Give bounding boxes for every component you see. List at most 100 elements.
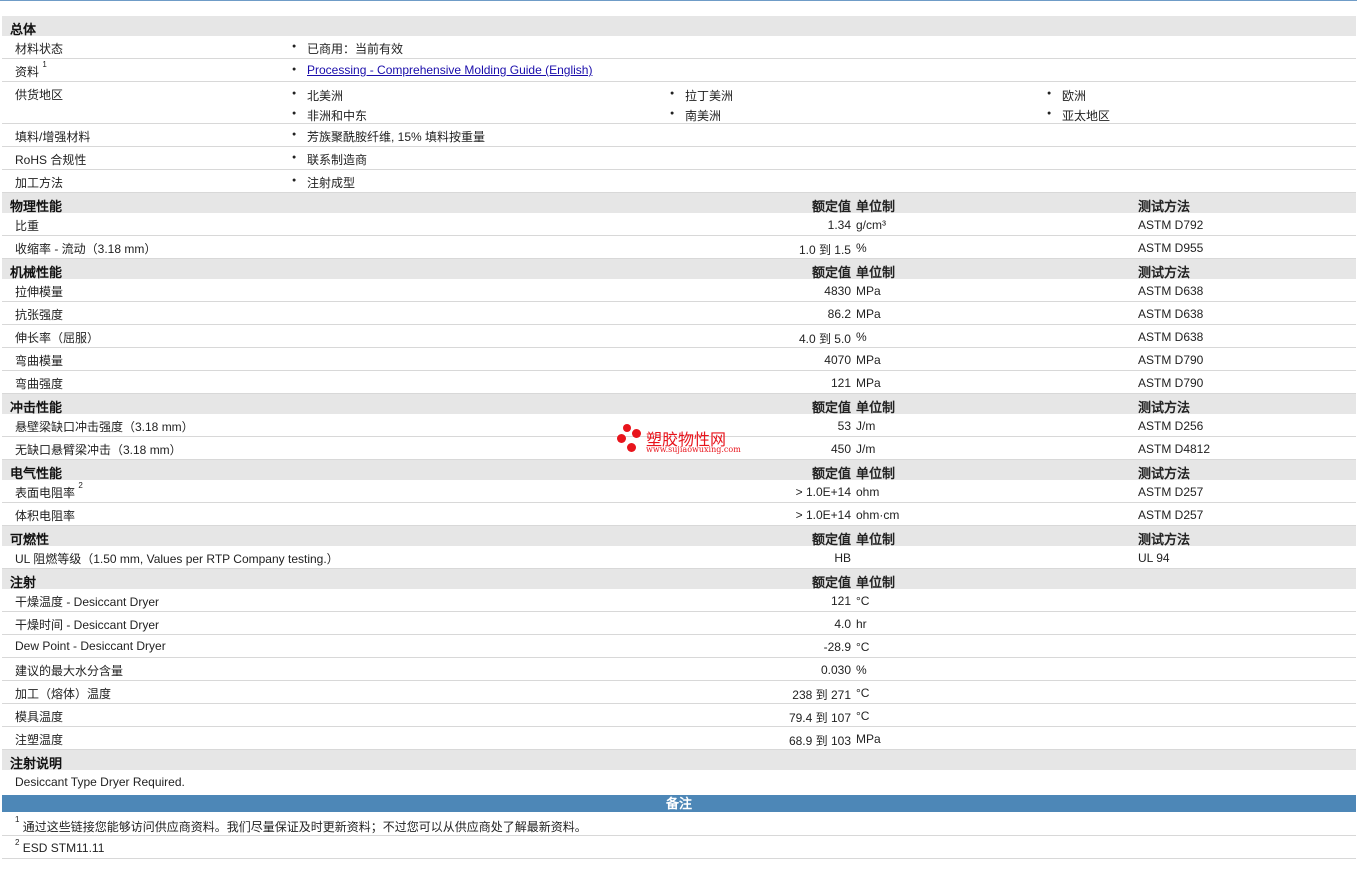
property-label: 比重 [15, 219, 40, 233]
property-unit: g/cm³ [856, 218, 886, 232]
footnote-text: 2 ESD STM11.11 [15, 838, 105, 855]
row-label: 资料 1 [15, 60, 47, 79]
property-row: UL 阻燃等级（1.50 mm, Values per RTP Company … [2, 546, 1356, 569]
property-method: ASTM D4812 [1138, 442, 1211, 456]
property-unit: °C [856, 594, 870, 608]
property-row: 比重 1.34 g/cm³ ASTM D792 [2, 213, 1356, 236]
property-label: 加工（熔体）温度 [15, 687, 112, 701]
general-row-processing: 加工方法 注射成型 [2, 170, 1356, 193]
general-row-rohs: RoHS 合规性 联系制造商 [2, 147, 1356, 170]
property-method: ASTM D790 [1138, 353, 1204, 367]
property-value: HB [834, 551, 851, 565]
property-label: 干燥时间 - Desiccant Dryer [15, 618, 160, 632]
region-item: 亚太地区 [1047, 107, 1110, 124]
property-label: 收缩率 - 流动（3.18 mm） [15, 242, 157, 256]
region-item: 非洲和中东 [292, 107, 367, 124]
property-label: 建议的最大水分含量 [15, 664, 124, 678]
property-method: ASTM D257 [1138, 485, 1204, 499]
footnote-text: 1 通过这些链接您能够访问供应商资料。我们尽量保证及时更新资料；不过您可以从供应… [15, 815, 587, 834]
region-item: 拉丁美洲 [670, 87, 733, 104]
property-method: ASTM D638 [1138, 307, 1204, 321]
property-row: 伸长率（屈服） 4.0 到 5.0% ASTM D638 [2, 325, 1356, 348]
logo-dot [617, 434, 626, 443]
property-label: 无缺口悬臂梁冲击（3.18 mm） [15, 443, 182, 457]
property-unit: MPa [856, 732, 881, 746]
filler-value: 芳族聚酰胺纤维, 15% 填料按重量 [292, 128, 485, 145]
section-header: 注射 额定值 单位制 [2, 569, 1356, 590]
property-unit: ohm [856, 485, 880, 499]
property-row: 干燥时间 - Desiccant Dryer 4.0 hr [2, 612, 1356, 635]
watermark-logo: 塑胶物性网 www.sujiaowuxing.com [615, 424, 755, 458]
section-header-injection-notes: 注射说明 [2, 750, 1356, 771]
property-row: 模具温度 79.4 到 107 °C [2, 704, 1356, 727]
property-label: 抗张强度 [15, 308, 64, 322]
property-unit: % [856, 241, 867, 255]
region-item: 欧洲 [1047, 87, 1086, 104]
property-label: 拉伸模量 [15, 285, 64, 299]
property-unit: MPa [856, 353, 881, 367]
property-unit: J/m [856, 442, 876, 456]
property-value: -28.9 [823, 640, 851, 654]
rohs-value: 联系制造商 [292, 151, 367, 168]
property-row: 弯曲强度 121 MPa ASTM D790 [2, 371, 1356, 394]
property-unit: % [856, 330, 867, 344]
property-method: UL 94 [1138, 551, 1170, 565]
property-row: 建议的最大水分含量 0.030% [2, 658, 1356, 681]
footnote-1: 1 通过这些链接您能够访问供应商资料。我们尽量保证及时更新资料；不过您可以从供应… [2, 813, 1356, 836]
property-row: 表面电阻率 2 > 1.0E+14 ohm ASTM D257 [2, 480, 1356, 503]
property-label: 弯曲强度 [15, 377, 64, 391]
property-value: 4830 [824, 284, 851, 298]
property-method: ASTM D792 [1138, 218, 1204, 232]
property-label: UL 阻燃等级（1.50 mm, Values per RTP Company … [15, 552, 339, 566]
property-sections: 物理性能 额定值 单位制 测试方法 比重 1.34 g/cm³ ASTM D792 收缩率 - … [2, 193, 1356, 750]
property-row: 拉伸模量 4830 MPa ASTM D638 [2, 279, 1356, 302]
property-value: 121 [830, 376, 851, 390]
row-label: RoHS 合规性 [15, 153, 87, 167]
logo-dot [632, 429, 641, 438]
property-unit: hr [856, 617, 867, 631]
property-value: 1.0 到 1.5 [798, 243, 851, 257]
general-row-availability: 供货地区 北美洲 拉丁美洲 欧洲 非洲和中东 南美洲 亚太地区 [2, 82, 1356, 124]
property-unit: °C [856, 686, 870, 700]
general-row-filler: 填料/增强材料 芳族聚酰胺纤维, 15% 填料按重量 [2, 124, 1356, 147]
property-row: 抗张强度 86.2 MPa ASTM D638 [2, 302, 1356, 325]
region-item: 北美洲 [292, 87, 343, 104]
datasheet-table: 总体 材料状态 已商用：当前有效 资料 1 Processing - Compr… [2, 16, 1356, 793]
property-method: ASTM D256 [1138, 419, 1204, 433]
property-row: 干燥温度 - Desiccant Dryer 121 °C [2, 589, 1356, 612]
row-label: 材料状态 [15, 42, 64, 56]
injection-note-text: Desiccant Type Dryer Required. [15, 775, 185, 789]
property-label: 干燥温度 - Desiccant Dryer [15, 595, 160, 609]
property-value: 53 [837, 419, 851, 433]
property-row: 收缩率 - 流动（3.18 mm） 1.0 到 1.5% ASTM D955 [2, 236, 1356, 259]
property-label: 伸长率（屈服） [15, 331, 100, 345]
property-method: ASTM D638 [1138, 330, 1204, 344]
section-header: 冲击性能 额定值 单位制 测试方法 [2, 394, 1356, 415]
property-value: 68.9 到 103 [788, 734, 851, 748]
status-value: 已商用：当前有效 [292, 40, 403, 57]
molding-guide-link[interactable]: Processing - Comprehensive Molding Guide… [307, 63, 592, 77]
property-row: 加工（熔体）温度 238 到 271 °C [2, 681, 1356, 704]
property-value: 450 [830, 442, 851, 456]
watermark-en: www.sujiaowuxing.com [646, 445, 741, 454]
row-label: 填料/增强材料 [15, 130, 91, 144]
section-header: 物理性能 额定值 单位制 测试方法 [2, 193, 1356, 214]
property-unit: °C [856, 709, 870, 723]
footnote-2: 2 ESD STM11.11 [2, 836, 1356, 859]
property-row: 体积电阻率 > 1.0E+14 ohm·cm ASTM D257 [2, 503, 1356, 526]
property-value: 4.0 [834, 617, 851, 631]
property-value: 238 到 271 [792, 688, 851, 702]
property-label: 悬壁梁缺口冲击强度（3.18 mm） [15, 420, 194, 434]
section-header: 电气性能 额定值 单位制 测试方法 [2, 460, 1356, 481]
property-method: ASTM D257 [1138, 508, 1204, 522]
property-value: 4070 [824, 353, 851, 367]
general-row-status: 材料状态 已商用：当前有效 [2, 36, 1356, 59]
region-item: 南美洲 [670, 107, 721, 124]
property-unit: MPa [856, 284, 881, 298]
property-label: 表面电阻率 2 [15, 481, 83, 500]
property-unit: J/m [856, 419, 876, 433]
property-unit: ohm·cm [856, 508, 900, 522]
property-label: Dew Point - Desiccant Dryer [15, 639, 166, 653]
property-row: Dew Point - Desiccant Dryer -28.9 °C [2, 635, 1356, 658]
section-header-general: 总体 [2, 16, 1356, 37]
